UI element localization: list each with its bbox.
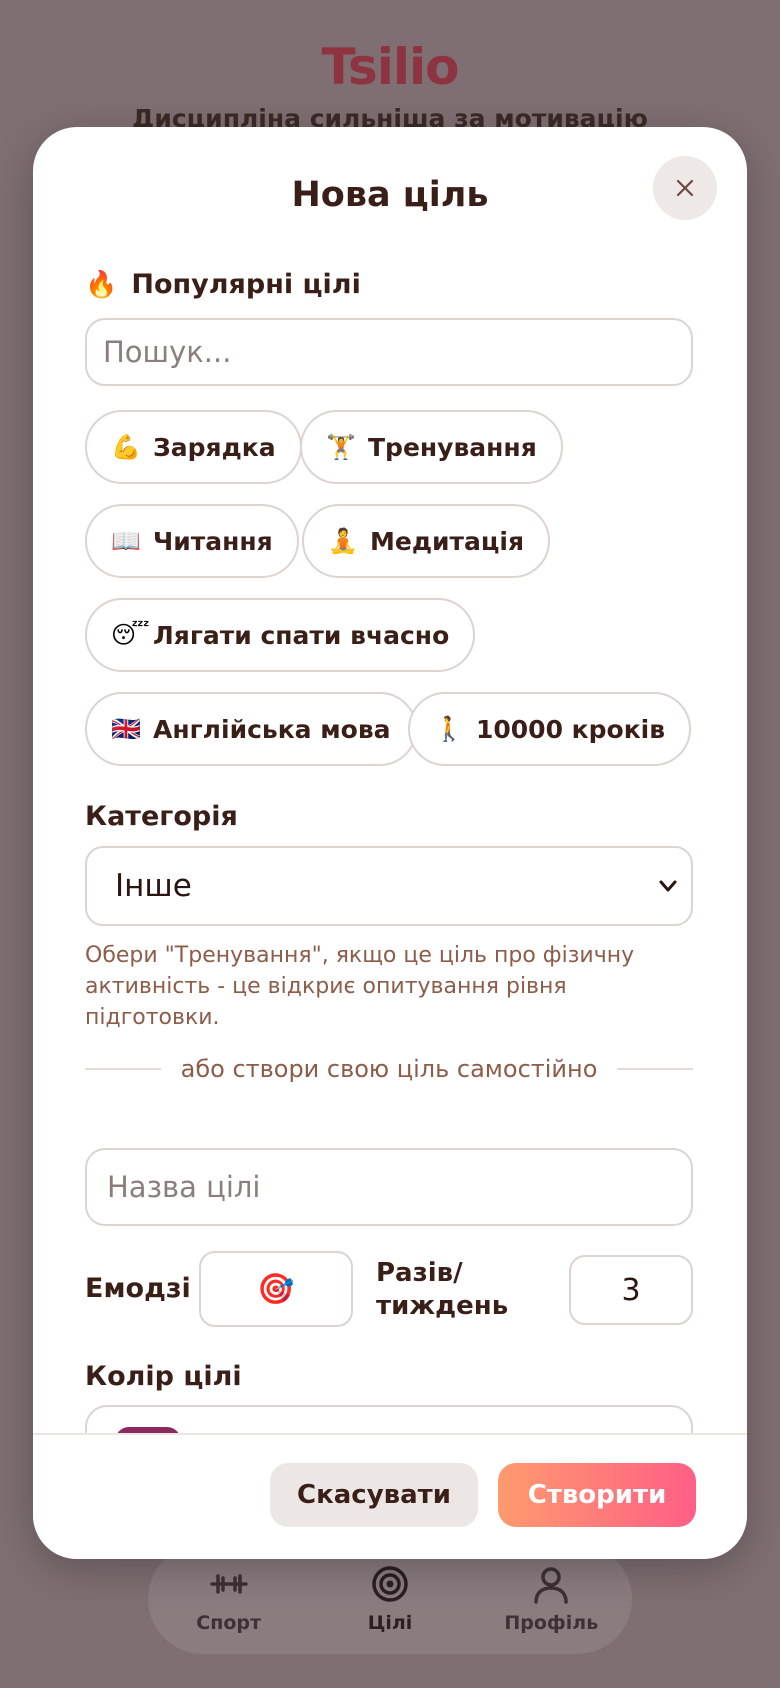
nav-label-sport: Спорт bbox=[196, 1612, 262, 1634]
new-goal-modal: Нова ціль 🔥 Популярні цілі 💪 Зарядка 🏋️ … bbox=[33, 127, 747, 1559]
times-per-week-label: Разів/ тиждень bbox=[376, 1258, 509, 1321]
close-icon bbox=[676, 179, 694, 197]
bottom-nav: Спорт Цілі Профіль bbox=[148, 1544, 632, 1654]
chip-english[interactable]: 🇬🇧 Англійська мова bbox=[85, 692, 417, 766]
goal-name-input[interactable] bbox=[85, 1148, 693, 1226]
divider-line bbox=[85, 1068, 161, 1070]
emoji-picker[interactable]: 🎯 bbox=[199, 1251, 353, 1327]
target-icon bbox=[372, 1566, 408, 1602]
times-per-week-input[interactable]: 3 bbox=[569, 1255, 693, 1325]
emoji-label: Емодзі bbox=[85, 1273, 191, 1304]
chip-label: Медитація bbox=[370, 526, 525, 556]
close-button[interactable] bbox=[653, 156, 717, 220]
person-icon bbox=[534, 1567, 569, 1604]
walking-person-icon: 🚶 bbox=[434, 715, 464, 743]
chip-label: Зарядка bbox=[153, 432, 276, 462]
fire-icon: 🔥 bbox=[85, 269, 118, 300]
chip-reading[interactable]: 📖 Читання bbox=[85, 504, 299, 578]
sleeping-face-icon: 😴 bbox=[111, 621, 150, 649]
nav-label-profile: Профіль bbox=[504, 1612, 599, 1634]
popular-goals-title: Популярні цілі bbox=[131, 269, 361, 300]
modal-footer: Скасувати Створити bbox=[33, 1433, 747, 1559]
dumbbell-icon bbox=[209, 1574, 248, 1594]
nav-item-goals[interactable]: Цілі bbox=[320, 1564, 460, 1634]
chip-training[interactable]: 🏋️ Тренування bbox=[300, 410, 563, 484]
chip-exercise[interactable]: 💪 Зарядка bbox=[85, 410, 302, 484]
or-divider: або створи свою ціль самостійно bbox=[85, 1049, 694, 1089]
chip-label: Читання bbox=[153, 526, 273, 556]
cancel-button[interactable]: Скасувати bbox=[270, 1463, 478, 1527]
chip-steps[interactable]: 🚶 10000 кроків bbox=[408, 692, 692, 766]
category-select[interactable]: Інше bbox=[85, 846, 693, 926]
uk-flag-icon: 🇬🇧 bbox=[111, 715, 141, 743]
chip-label: 10000 кроків bbox=[476, 714, 666, 744]
nav-item-sport[interactable]: Спорт bbox=[159, 1564, 299, 1634]
popular-goals-heading: 🔥 Популярні цілі bbox=[85, 269, 361, 300]
nav-item-profile[interactable]: Профіль bbox=[481, 1564, 621, 1634]
chip-label: Тренування bbox=[368, 432, 537, 462]
category-hint: Обери "Тренування", якщо це ціль про фіз… bbox=[85, 943, 635, 1030]
chip-label: Англійська мова bbox=[153, 714, 391, 744]
nav-label-goals: Цілі bbox=[367, 1612, 413, 1634]
chip-label: Лягати спати вчасно bbox=[153, 620, 450, 650]
category-value: Інше bbox=[115, 868, 192, 904]
weightlifter-icon: 🏋️ bbox=[326, 433, 356, 461]
chip-meditation[interactable]: 🧘 Медитація bbox=[302, 504, 551, 578]
create-button[interactable]: Створити bbox=[498, 1463, 696, 1527]
target-emoji-icon: 🎯 bbox=[257, 1271, 295, 1307]
goal-color-label: Колір цілі bbox=[85, 1361, 242, 1392]
flexed-arm-icon: 💪 bbox=[111, 433, 141, 461]
chip-sleep-on-time[interactable]: 😴 Лягати спати вчасно bbox=[85, 598, 476, 672]
app-logo: Tsilio bbox=[321, 38, 460, 96]
chevron-down-icon bbox=[659, 880, 677, 892]
category-label: Категорія bbox=[85, 801, 238, 832]
book-icon: 📖 bbox=[111, 527, 141, 555]
modal-title: Нова ціль bbox=[291, 175, 489, 215]
divider-line bbox=[617, 1068, 694, 1070]
divider-text: або створи свою ціль самостійно bbox=[180, 1055, 598, 1083]
search-input[interactable] bbox=[85, 318, 693, 386]
meditation-icon: 🧘 bbox=[328, 527, 358, 555]
